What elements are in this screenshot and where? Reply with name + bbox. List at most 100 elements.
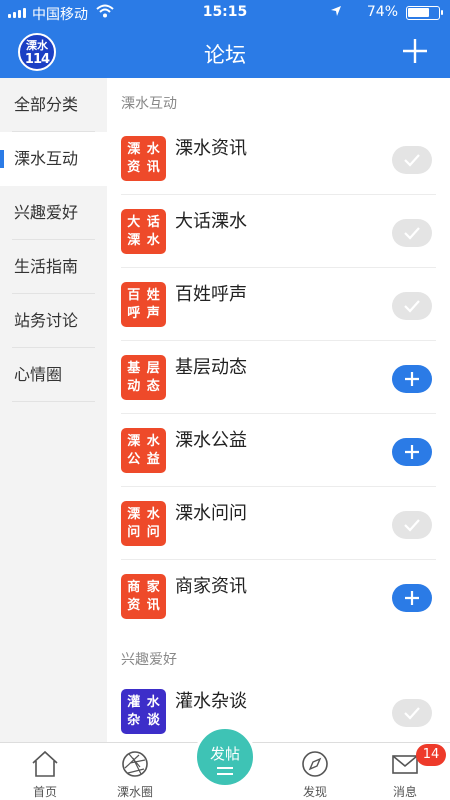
sidebar-item-site-discussion[interactable]: 站务讨论 [0, 294, 107, 348]
plus-icon [405, 445, 419, 459]
post-button[interactable]: 发帖 [194, 726, 256, 788]
subscribe-add-button[interactable] [392, 438, 432, 466]
subscribed-check-button[interactable] [392, 511, 432, 539]
forum-badge-icon: 大话溧水 [121, 209, 166, 254]
check-icon [404, 227, 420, 240]
tab-discover[interactable]: 发现 [270, 743, 360, 800]
badge-char: 水 [146, 506, 160, 522]
badge-char: 商 [127, 579, 141, 595]
forum-row[interactable]: 基层动态基层动态 [107, 341, 450, 414]
forum-name: 溧水公益 [175, 430, 247, 451]
sidebar-item-label: 生活指南 [14, 257, 79, 276]
message-count-badge: 14 [416, 744, 446, 766]
plus-icon [405, 591, 419, 605]
forum-row[interactable]: 大话溧水大话溧水 [107, 195, 450, 268]
badge-char: 灌 [127, 694, 141, 710]
aperture-icon [122, 751, 148, 777]
forum-badge-icon: 基层动态 [121, 355, 166, 400]
subscribed-check-button[interactable] [392, 219, 432, 247]
badge-char: 层 [146, 360, 160, 376]
forum-name: 灌水杂谈 [175, 691, 247, 712]
menu-lines-icon [217, 767, 233, 775]
badge-char: 家 [146, 579, 160, 595]
check-icon [404, 300, 420, 313]
section-header: 溧水互动 [107, 84, 450, 124]
forum-row[interactable]: 百姓呼声百姓呼声 [107, 268, 450, 341]
forum-list: 溧水互动 溧水资讯溧水资讯 大话溧水大话溧水 百姓呼声百姓呼声 基层动态基层动态… [107, 78, 450, 742]
forum-name: 溧水问问 [175, 503, 247, 524]
post-button-label: 发帖 [209, 745, 240, 763]
check-icon [404, 707, 420, 720]
forum-badge-icon: 溧水资讯 [121, 136, 166, 181]
badge-char: 话 [146, 214, 160, 230]
sidebar-item-label: 全部分类 [14, 95, 79, 114]
badge-char: 公 [127, 451, 141, 467]
forum-badge-icon: 商家资讯 [121, 574, 166, 619]
forum-name: 基层动态 [175, 357, 247, 378]
forum-name: 大话溧水 [175, 211, 247, 232]
badge-char: 讯 [146, 597, 160, 613]
sidebar-item-all[interactable]: 全部分类 [0, 78, 107, 132]
badge-char: 资 [127, 597, 141, 613]
home-icon [32, 750, 58, 777]
badge-char: 大 [127, 214, 141, 230]
page-title: 论坛 [204, 43, 246, 67]
check-icon [404, 154, 420, 167]
sidebar-item-life-guide[interactable]: 生活指南 [0, 240, 107, 294]
tab-label: 溧水圈 [116, 785, 153, 799]
plus-icon[interactable] [402, 38, 428, 64]
sidebar-item-mood[interactable]: 心情圈 [0, 348, 107, 402]
badge-char: 溧 [127, 506, 141, 522]
badge-char: 益 [146, 451, 160, 467]
tab-lishui-circle[interactable]: 溧水圈 [90, 743, 180, 800]
sidebar-item-label: 溧水互动 [14, 149, 79, 168]
badge-char: 溧 [127, 141, 141, 157]
app-header: 溧水 114 论坛 [0, 26, 450, 78]
tab-label: 消息 [392, 785, 417, 799]
forum-badge-icon: 灌水杂谈 [121, 689, 166, 734]
badge-char: 姓 [146, 287, 160, 303]
forum-row[interactable]: 溧水公益溧水公益 [107, 414, 450, 487]
category-sidebar: 全部分类 溧水互动 兴趣爱好 生活指南 站务讨论 心情圈 [0, 78, 107, 742]
tab-home[interactable]: 首页 [0, 743, 90, 800]
badge-char: 水 [146, 694, 160, 710]
sidebar-item-lishui-interaction[interactable]: 溧水互动 [0, 132, 107, 186]
badge-char: 态 [146, 378, 160, 394]
subscribe-add-button[interactable] [392, 584, 432, 612]
active-indicator [0, 150, 4, 168]
badge-char: 谈 [146, 712, 160, 728]
top-bar: 中国移动 15:15 74% 溧水 114 论坛 [0, 0, 450, 78]
badge-char: 讯 [146, 159, 160, 175]
section-header: 兴趣爱好 [107, 640, 450, 680]
forum-name: 商家资讯 [175, 576, 247, 597]
sidebar-item-hobbies[interactable]: 兴趣爱好 [0, 186, 107, 240]
status-bar: 中国移动 15:15 74% [0, 0, 450, 26]
subscribed-check-button[interactable] [392, 699, 432, 727]
badge-char: 问 [146, 524, 160, 540]
subscribed-check-button[interactable] [392, 292, 432, 320]
check-icon [404, 519, 420, 532]
forum-row[interactable]: 灌水杂谈灌水杂谈 [107, 675, 450, 742]
badge-char: 动 [127, 378, 141, 394]
tab-label: 发现 [302, 785, 327, 799]
forum-row[interactable]: 溧水问问溧水问问 [107, 487, 450, 560]
subscribe-add-button[interactable] [392, 365, 432, 393]
badge-char: 水 [146, 141, 160, 157]
sidebar-item-label: 兴趣爱好 [14, 203, 79, 222]
forum-badge-icon: 溧水问问 [121, 501, 166, 546]
battery-percent: 74% [366, 4, 398, 20]
forum-badge-icon: 溧水公益 [121, 428, 166, 473]
badge-char: 呼 [127, 305, 141, 321]
forum-name: 百姓呼声 [175, 284, 247, 305]
badge-char: 溧 [127, 433, 141, 449]
sidebar-item-label: 站务讨论 [14, 311, 79, 330]
compass-icon [302, 751, 328, 777]
badge-char: 杂 [127, 712, 141, 728]
forum-name: 溧水资讯 [175, 138, 247, 159]
forum-row[interactable]: 商家资讯商家资讯 [107, 560, 450, 633]
forum-row[interactable]: 溧水资讯溧水资讯 [107, 122, 450, 195]
plus-icon [405, 372, 419, 386]
battery-level [408, 8, 429, 17]
badge-char: 百 [127, 287, 141, 303]
subscribed-check-button[interactable] [392, 146, 432, 174]
